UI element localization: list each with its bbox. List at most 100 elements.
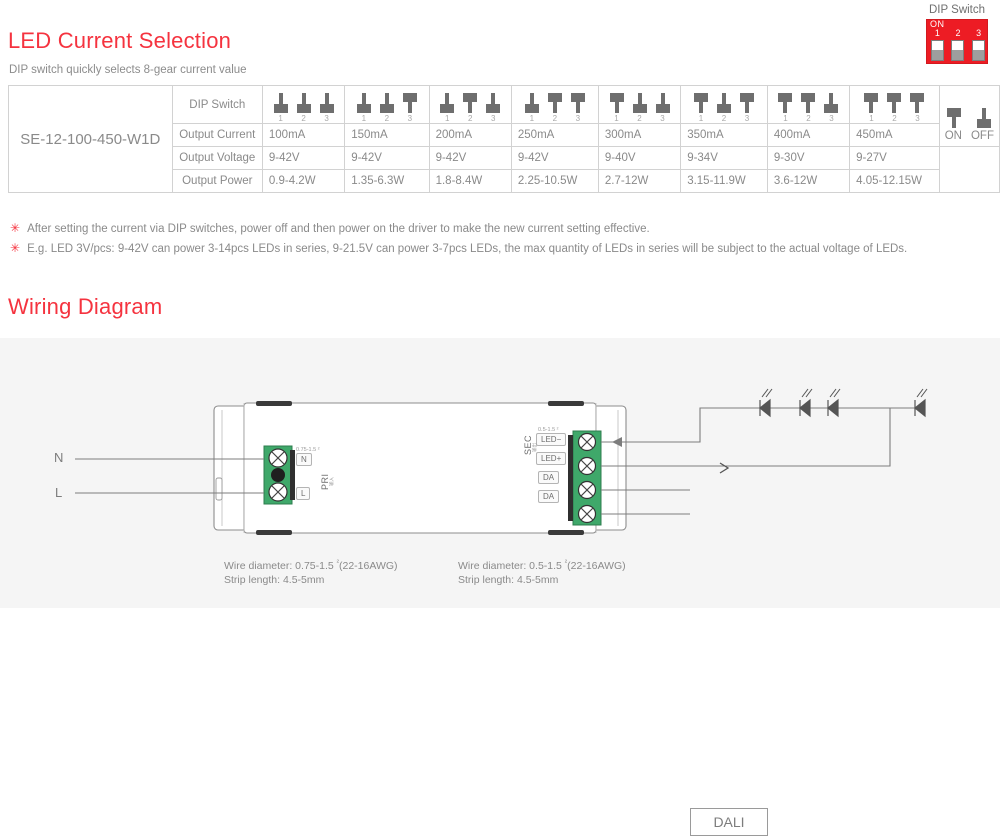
dip-toggle: 2: [717, 93, 731, 123]
page-title-wiring-diagram: Wiring Diagram: [8, 294, 163, 319]
dip-legend-glyphs: [940, 91, 999, 128]
dip-toggle-number: 3: [407, 114, 413, 123]
caption-text: Wire diameter: 0.5-1.5: [458, 559, 565, 572]
dip-toggle: 2: [296, 93, 311, 123]
output-current-cell: 150mA: [344, 123, 430, 147]
dip-toggle-number: 1: [529, 114, 535, 123]
dip-toggle: 1: [694, 93, 708, 123]
terminal-label-da-1: DA: [538, 471, 560, 484]
dip-toggle-number: 1: [278, 114, 283, 123]
dip-toggle-glyph-on: [463, 93, 478, 113]
dip-toggle-number: 2: [721, 114, 727, 123]
dip-switch-lever: [951, 40, 965, 61]
led-symbols: [759, 388, 928, 418]
note-text: After setting the current via DIP switch…: [27, 223, 650, 235]
dip-toggle-number: 2: [806, 114, 811, 123]
dip-toggle-number: 3: [660, 114, 665, 123]
dip-toggle: 3: [824, 93, 839, 123]
row-header-output-power: Output Power: [171, 169, 263, 193]
output-power-cell: 2.7-12W: [597, 169, 682, 193]
dip-pattern-cell-1: 1 2 3: [261, 85, 346, 124]
page-root: LED Current Selection DIP switch quickly…: [0, 0, 1000, 836]
dip-toggle-glyph-on: [547, 93, 562, 113]
table-body: SE-12-100-450-W1D DIP Switch 123 123 123…: [8, 85, 1000, 193]
secondary-terminal-block: [568, 430, 602, 526]
dip-toggle-number: 1: [698, 114, 704, 123]
dip-toggle: 3: [402, 93, 417, 123]
dip-toggle-glyph-off: [524, 93, 539, 113]
led-symbol: [914, 388, 928, 418]
output-power-cell: 4.05-12.15W: [849, 169, 940, 193]
terminal-label-led-plus: LED+: [536, 452, 567, 465]
primary-side-sublabel: 输入: [329, 477, 334, 486]
output-current-cell: 200mA: [428, 123, 512, 147]
led-output-wires: [601, 407, 925, 467]
dip-toggle-glyph-on: [887, 93, 902, 113]
secondary-caption-line2: Strip length: 4.5-5mm: [458, 573, 559, 586]
dip-pattern-cell-6: 1 2 3: [680, 85, 768, 124]
dip-toggle: 1: [356, 93, 371, 123]
dip-toggle-glyph-off: [356, 93, 371, 113]
dip-toggle-number: 3: [491, 114, 496, 123]
led-symbol: [759, 388, 773, 418]
output-voltage-cell: 9-30V: [766, 146, 851, 170]
dip-pattern-cell-5: 1 2 3: [597, 85, 682, 124]
dip-switch-graphic: ON 1 2 3: [926, 19, 988, 64]
dip-toggle: 1: [778, 93, 793, 123]
output-voltage-cell: 9-42V: [344, 146, 430, 170]
dip-toggle-glyph-on: [778, 93, 793, 113]
row-header-dip-switch: DIP Switch: [171, 85, 263, 124]
housing-notch: [215, 477, 223, 501]
dip-toggle-glyph-on: [402, 93, 417, 113]
output-voltage-cell: 9-27V: [849, 146, 940, 170]
output-power-cell: 3.15-11.9W: [680, 169, 768, 193]
dip-toggle-glyph-off: [824, 93, 839, 113]
dip-toggle-number: 3: [575, 114, 581, 123]
output-power-cell: 1.35-6.3W: [344, 169, 430, 193]
dip-switch-number: 2: [955, 28, 961, 38]
output-voltage-cell: 9-42V: [261, 146, 346, 170]
dip-pattern-cell-4: 1 2 3: [510, 85, 599, 124]
caption-awg: (22-16AWG): [338, 559, 398, 572]
dip-toggle-glyph-off: [486, 93, 501, 113]
primary-center-dot: [271, 468, 285, 482]
secondary-wire-caption: Wire diameter: 0.5-1.5 ²(22-16AWG) Strip…: [458, 556, 626, 587]
dip-switch-numbers: 1 2 3: [927, 29, 989, 38]
dip-toggle-glyph-off: [655, 93, 670, 113]
output-current-cell: 250mA: [510, 123, 599, 147]
row-header-output-current: Output Current: [171, 123, 263, 147]
page-title-led-current: LED Current Selection: [8, 28, 232, 53]
dip-switch-number: 3: [976, 28, 982, 38]
dip-toggle: 2: [632, 93, 647, 123]
dip-toggle-glyph-off: [717, 93, 731, 113]
output-voltage-cell: 9-40V: [597, 146, 682, 170]
dip-toggle-number: 1: [869, 114, 874, 123]
dip-pattern-cell-3: 1 2 3: [428, 85, 512, 124]
dip-toggle-number: 3: [744, 114, 750, 123]
dip-toggle-number: 2: [468, 114, 473, 123]
dip-toggle: 2: [887, 93, 902, 123]
dip-switch-number: 1: [934, 28, 940, 38]
dip-toggle: 3: [570, 93, 585, 123]
dip-toggle-number: 1: [783, 114, 788, 123]
primary-wire-caption: Wire diameter: 0.75-1.5 ²(22-16AWG) Stri…: [224, 556, 398, 587]
row-header-output-voltage: Output Voltage: [171, 146, 263, 170]
output-power-cell: 0.9-4.2W: [261, 169, 346, 193]
output-voltage-cell: 9-34V: [680, 146, 768, 170]
primary-caption-line2: Strip length: 4.5-5mm: [224, 573, 325, 586]
dip-toggle-number: 2: [637, 114, 642, 123]
dip-toggle-glyph-off: [440, 93, 455, 113]
output-current-cell: 300mA: [597, 123, 682, 147]
dip-toggle: 3: [486, 93, 501, 123]
dip-toggle: 3: [319, 93, 334, 123]
dip-toggle: 3: [910, 93, 925, 123]
asterisk-icon: ✳: [10, 241, 21, 255]
dip-toggle-glyph-off: [379, 93, 394, 113]
dip-toggle: 2: [463, 93, 478, 123]
model-name-cell: SE-12-100-450-W1D: [8, 85, 173, 193]
dip-pattern-cell-2: 1 2 3: [344, 85, 430, 124]
legend-label-off: OFF: [970, 129, 994, 142]
dip-pattern-cell-7: 1 2 3: [766, 85, 851, 124]
dip-toggle-glyph-on: [570, 93, 585, 113]
terminal-label-l: L: [296, 487, 311, 500]
